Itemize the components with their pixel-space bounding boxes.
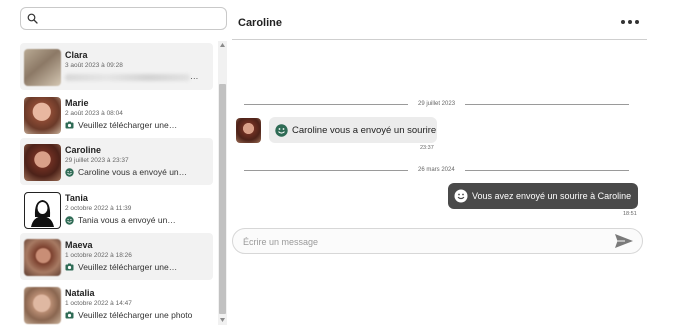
conversation-list: Clara 3 août 2023 à 09:28 … Marie 2 août… [20, 41, 217, 325]
camera-icon [65, 263, 74, 271]
outgoing-message: Vous avez envoyé un sourire à Caroline [448, 183, 638, 209]
message-composer[interactable] [232, 228, 643, 254]
conversation-date: 2 octobre 2022 à 11:39 [65, 205, 132, 212]
search-input[interactable] [43, 10, 223, 27]
message-preview: … [190, 71, 199, 81]
search-box[interactable] [20, 7, 227, 30]
conversation-date: 1 octobre 2022 à 14:47 [65, 300, 132, 307]
header-divider [232, 39, 647, 40]
more-horizontal-icon[interactable] [621, 15, 639, 29]
message-text: Vous avez envoyé un sourire à Caroline [472, 191, 632, 201]
chat-title: Caroline [238, 17, 283, 29]
smiley-icon [454, 189, 468, 203]
message-time: 23:37 [420, 145, 434, 151]
default-avatar-icon [24, 192, 61, 229]
scroll-up-arrow-icon[interactable] [219, 41, 226, 49]
message-preview: Tania vous a envoyé un… [65, 214, 210, 226]
preview-text: Veuillez télécharger une… [78, 120, 178, 130]
preview-text: Caroline vous a envoyé un… [78, 167, 188, 177]
conversation-item-marie[interactable]: Marie 2 août 2023 à 08:04 Veuillez téléc… [20, 91, 213, 138]
date-separator-line [465, 170, 629, 171]
conversation-item-maeva[interactable]: Maeva 1 octobre 2022 à 18:26 Veuillez té… [20, 233, 213, 280]
message-preview: Veuillez télécharger une photo [65, 309, 210, 321]
date-separator: 26 mars 2024 [418, 167, 455, 173]
date-separator-line [244, 170, 408, 171]
message-text: Caroline vous a envoyé un sourire [292, 124, 437, 136]
avatar [24, 239, 61, 276]
avatar [24, 97, 61, 134]
date-separator-line [244, 104, 408, 105]
conversation-item-natalia[interactable]: Natalia 1 octobre 2022 à 14:47 Veuillez … [20, 281, 213, 325]
contact-name: Natalia [65, 288, 95, 298]
conversation-item-clara[interactable]: Clara 3 août 2023 à 09:28 … [20, 43, 213, 90]
avatar [24, 287, 61, 324]
contact-avatar [236, 118, 261, 143]
scroll-down-arrow-icon[interactable] [219, 316, 226, 324]
conversation-date: 1 octobre 2022 à 18:26 [65, 252, 132, 259]
conversation-date: 2 août 2023 à 08:04 [65, 110, 123, 117]
avatar [24, 49, 61, 86]
camera-icon [65, 121, 74, 129]
contact-name: Tania [65, 193, 88, 203]
blurred-preview [65, 74, 190, 81]
message-preview: Caroline vous a envoyé un… [65, 166, 210, 178]
conversation-date: 29 juillet 2023 à 23:37 [65, 157, 129, 164]
message-time: 18:51 [623, 211, 637, 217]
conversation-date: 3 août 2023 à 09:28 [65, 62, 123, 69]
contact-name: Maeva [65, 240, 93, 250]
preview-text: Tania vous a envoyé un… [78, 215, 176, 225]
contact-name: Caroline [65, 145, 102, 155]
scrollbar-thumb[interactable] [219, 84, 226, 314]
incoming-message: Caroline vous a envoyé un sourire [269, 117, 437, 143]
conversation-item-caroline[interactable]: Caroline 29 juillet 2023 à 23:37 Carolin… [20, 138, 213, 185]
date-separator-line [465, 104, 629, 105]
smiley-icon [65, 167, 74, 177]
message-preview: Veuillez télécharger une… [65, 261, 210, 273]
smiley-icon [65, 215, 74, 225]
message-input[interactable] [243, 234, 603, 249]
preview-text: Veuillez télécharger une photo [78, 310, 193, 320]
search-icon [27, 13, 38, 24]
send-icon[interactable] [614, 233, 634, 249]
preview-text: Veuillez télécharger une… [78, 262, 178, 272]
contact-name: Marie [65, 98, 89, 108]
date-separator: 29 juillet 2023 [418, 101, 456, 107]
smiley-icon [275, 123, 288, 137]
camera-icon [65, 311, 74, 319]
conversation-item-tania[interactable]: Tania 2 octobre 2022 à 11:39 Tania vous … [20, 186, 213, 233]
contact-name: Clara [65, 50, 88, 60]
avatar [24, 144, 61, 181]
message-preview: Veuillez télécharger une… [65, 119, 210, 131]
